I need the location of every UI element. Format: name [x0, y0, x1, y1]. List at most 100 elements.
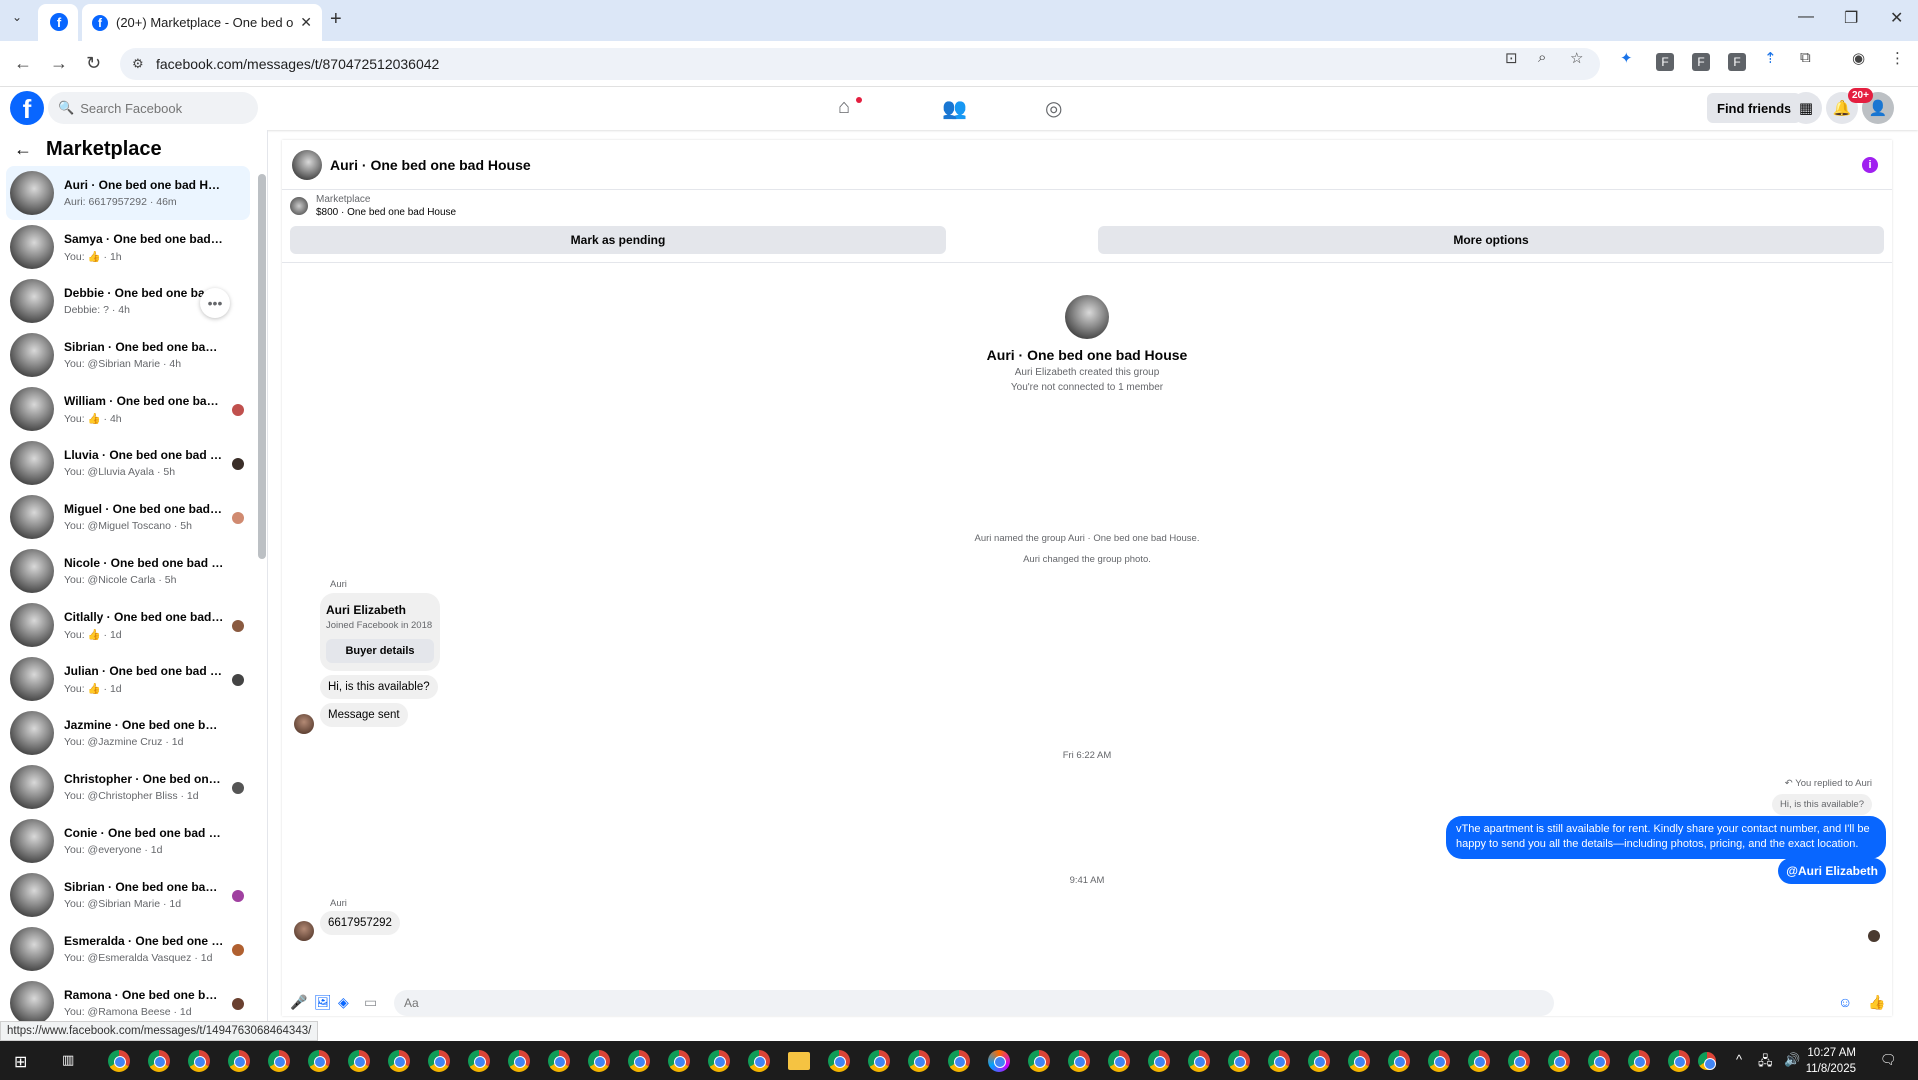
extensions-icon[interactable]: ⧉: [1800, 49, 1811, 66]
chrome-icon[interactable]: [1268, 1050, 1290, 1072]
buyer-details-button[interactable]: Buyer details: [326, 639, 434, 663]
my-message-bubble[interactable]: vThe apartment is still available for re…: [1446, 816, 1886, 859]
file-explorer-icon[interactable]: [788, 1052, 810, 1070]
chrome-icon[interactable]: [188, 1050, 210, 1072]
like-thumb-icon[interactable]: 👍: [1868, 994, 1885, 1011]
extension-f-icon[interactable]: F: [1692, 53, 1710, 71]
reload-icon[interactable]: ↻: [86, 53, 101, 74]
mark-pending-button[interactable]: Mark as pending: [290, 226, 946, 254]
message-bubble[interactable]: 6617957292: [320, 911, 400, 935]
chrome-icon[interactable]: [1548, 1050, 1570, 1072]
sticker-icon[interactable]: ◈: [338, 994, 349, 1011]
chrome-icon[interactable]: [1068, 1050, 1090, 1072]
chrome-icon[interactable]: [1388, 1050, 1410, 1072]
chrome-icon[interactable]: [428, 1050, 450, 1072]
avatar[interactable]: [292, 149, 322, 180]
chrome-icon[interactable]: [388, 1050, 410, 1072]
photo-icon[interactable]: 🖼: [314, 994, 332, 1011]
copilot-icon[interactable]: [988, 1050, 1010, 1072]
find-friends-button[interactable]: Find friends: [1707, 93, 1802, 123]
extension-puzzle-icon[interactable]: ✦: [1620, 49, 1633, 67]
minimize-icon[interactable]: —: [1798, 8, 1814, 26]
chrome-icon[interactable]: [1668, 1050, 1690, 1072]
chrome-icon[interactable]: [348, 1050, 370, 1072]
home-icon[interactable]: ⌂: [838, 96, 850, 119]
chrome-icon[interactable]: [1108, 1050, 1130, 1072]
close-window-icon[interactable]: ✕: [1890, 8, 1903, 28]
chrome-icon[interactable]: [268, 1050, 290, 1072]
chrome-icon[interactable]: [708, 1050, 730, 1072]
gif-icon[interactable]: ▭: [364, 994, 377, 1011]
conversation-item[interactable]: Christopher · One bed one b... You: @Chri…: [6, 760, 250, 814]
bookmark-star-icon[interactable]: ☆: [1570, 49, 1583, 67]
sender-avatar[interactable]: [294, 921, 314, 941]
friends-icon[interactable]: 👥: [942, 96, 967, 121]
conversation-item[interactable]: Jazmine · One bed one bad Ho... You: @Jaz…: [6, 706, 250, 760]
conversation-item[interactable]: Ramona · One bed one bad ... You: @Ramona…: [6, 976, 250, 1021]
chrome-icon[interactable]: [1588, 1050, 1610, 1072]
chrome-icon[interactable]: [228, 1050, 250, 1072]
chrome-icon[interactable]: [588, 1050, 610, 1072]
menu-kebab-icon[interactable]: ⋮: [1890, 49, 1905, 67]
chrome-icon[interactable]: [1228, 1050, 1250, 1072]
tab-search-icon[interactable]: ⌄: [12, 10, 22, 24]
conversation-item[interactable]: Nicole · One bed one bad House You: @Nico…: [6, 544, 250, 598]
volume-icon[interactable]: 🔊: [1784, 1052, 1800, 1068]
conversation-item[interactable]: Julian · One bed one bad Ho... You: 👍 · 1…: [6, 652, 250, 706]
microphone-icon[interactable]: 🎤: [290, 994, 307, 1011]
notification-center-icon[interactable]: 🗨: [1880, 1052, 1897, 1068]
chrome-icon[interactable]: [1508, 1050, 1530, 1072]
profile-icon[interactable]: ◉: [1852, 49, 1865, 67]
chrome-icon[interactable]: [828, 1050, 850, 1072]
emoji-icon[interactable]: ☺: [1838, 994, 1852, 1010]
groups-icon[interactable]: ◎: [1045, 96, 1062, 121]
menu-grid-icon[interactable]: ▦: [1790, 92, 1822, 124]
chrome-icon[interactable]: [668, 1050, 690, 1072]
chrome-icon[interactable]: [148, 1050, 170, 1072]
conversation-item[interactable]: Conie · One bed one bad House You: @every…: [6, 814, 250, 868]
sender-avatar[interactable]: [294, 714, 314, 734]
windows-start-icon[interactable]: ⊞: [14, 1052, 27, 1072]
more-options-icon[interactable]: •••: [200, 288, 230, 318]
chrome-icon[interactable]: [1428, 1050, 1450, 1072]
install-icon[interactable]: ⊡: [1505, 49, 1518, 67]
chrome-icon[interactable]: [1028, 1050, 1050, 1072]
restore-icon[interactable]: ❐: [1844, 8, 1858, 28]
message-bubble[interactable]: Message sent: [320, 703, 408, 727]
more-options-button[interactable]: More options: [1098, 226, 1884, 254]
conversation-item[interactable]: Citlally · One bed one bad Ho... You: 👍 ·…: [6, 598, 250, 652]
chrome-icon[interactable]: [548, 1050, 570, 1072]
close-icon[interactable]: ✕: [300, 14, 312, 31]
forward-icon[interactable]: →: [50, 53, 68, 74]
chrome-icon[interactable]: [1698, 1052, 1716, 1070]
address-bar[interactable]: ⚙ facebook.com/messages/t/87047251203604…: [120, 48, 1600, 80]
conversation-item[interactable]: William · One bed one bad H... You: 👍 · 4…: [6, 382, 250, 436]
conversation-item[interactable]: Auri · One bed one bad House Auri: 661795…: [6, 166, 250, 220]
new-tab-icon[interactable]: +: [330, 8, 342, 31]
extension-f-icon[interactable]: F: [1728, 53, 1746, 71]
info-icon[interactable]: i: [1862, 157, 1878, 173]
chat-title[interactable]: Auri · One bed one bad House: [330, 157, 531, 173]
chrome-icon[interactable]: [508, 1050, 530, 1072]
chrome-icon[interactable]: [1308, 1050, 1330, 1072]
chrome-icon[interactable]: [868, 1050, 890, 1072]
chrome-icon[interactable]: [628, 1050, 650, 1072]
listing-info[interactable]: Marketplace $800 · One bed one bad House: [290, 194, 456, 218]
site-info-icon[interactable]: ⚙: [132, 56, 144, 72]
conversation-item[interactable]: Lluvia · One bed one bad Ho... You: @Lluv…: [6, 436, 250, 490]
conversation-item[interactable]: Esmeralda · One bed one bad... You: @Esme…: [6, 922, 250, 976]
chrome-icon[interactable]: [1188, 1050, 1210, 1072]
message-bubble[interactable]: Hi, is this available?: [320, 675, 438, 699]
chevron-up-icon[interactable]: ^: [1736, 1052, 1742, 1067]
conversation-item[interactable]: Miguel · One bed one bad H... You: @Migue…: [6, 490, 250, 544]
conversation-item[interactable]: Samya · One bed one bad House You: 👍 · 1h: [6, 220, 250, 274]
chrome-icon[interactable]: [1148, 1050, 1170, 1072]
chrome-icon[interactable]: [1628, 1050, 1650, 1072]
chrome-icon[interactable]: [908, 1050, 930, 1072]
sidebar-scrollbar[interactable]: [258, 174, 266, 559]
chrome-icon[interactable]: [1348, 1050, 1370, 1072]
network-icon[interactable]: 🖧: [1758, 1052, 1773, 1074]
tab-pinned-facebook[interactable]: f: [38, 4, 78, 41]
facebook-logo-icon[interactable]: f: [10, 91, 44, 125]
extension-pin-icon[interactable]: ⇡: [1764, 49, 1777, 67]
